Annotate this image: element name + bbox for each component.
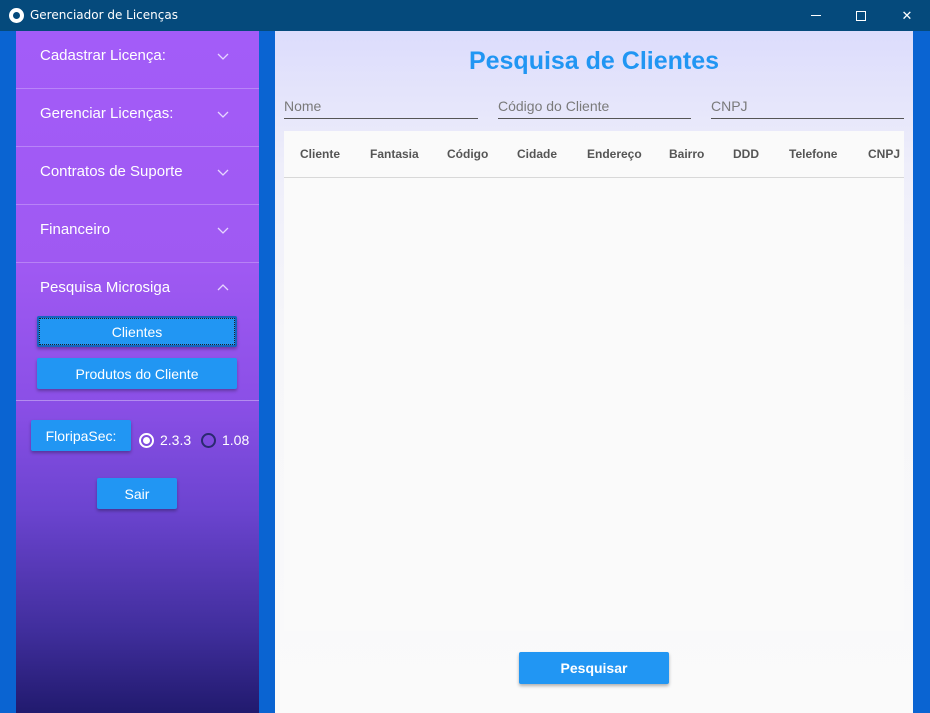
sidebar-item-label: Cadastrar Licença: xyxy=(40,47,166,64)
nome-field[interactable] xyxy=(284,93,478,119)
version-radio-2-3-3[interactable]: 2.3.3 xyxy=(139,432,191,448)
sidebar-item-label: Pesquisa Microsiga xyxy=(40,279,171,296)
chevron-up-icon xyxy=(217,282,229,294)
sidebar-divider xyxy=(16,400,259,401)
chevron-down-icon xyxy=(217,108,229,120)
search-button[interactable]: Pesquisar xyxy=(519,652,669,684)
clientes-button[interactable]: Clientes xyxy=(37,316,237,347)
produtos-cliente-button[interactable]: Produtos do Cliente xyxy=(37,358,237,389)
sidebar-item-label: Gerenciar Licenças: xyxy=(40,105,174,122)
radio-label: 2.3.3 xyxy=(160,432,192,448)
codigo-cliente-field[interactable] xyxy=(498,93,691,119)
window-title: Gerenciador de Licenças xyxy=(30,8,178,22)
cnpj-input[interactable] xyxy=(711,93,904,118)
column-header-fantasia[interactable]: Fantasia xyxy=(370,147,419,161)
sidebar-item-label: Financeiro xyxy=(40,221,111,238)
column-header-bairro[interactable]: Bairro xyxy=(669,147,704,161)
chevron-down-icon xyxy=(217,166,229,178)
sidebar-item-contratos-suporte[interactable]: Contratos de Suporte xyxy=(16,147,259,205)
radio-checked-icon xyxy=(139,432,154,448)
column-header-codigo[interactable]: Código xyxy=(447,147,488,161)
column-header-endereco[interactable]: Endereço xyxy=(587,147,642,161)
minimize-button[interactable] xyxy=(793,0,839,31)
main-panel: Pesquisa de Clientes Cliente Fantasia Có… xyxy=(275,31,913,713)
clients-table: Cliente Fantasia Código Cidade Endereço … xyxy=(284,131,904,631)
table-header: Cliente Fantasia Código Cidade Endereço … xyxy=(284,131,904,178)
minimize-icon xyxy=(811,15,821,16)
page-title: Pesquisa de Clientes xyxy=(468,47,720,75)
codigo-cliente-input[interactable] xyxy=(498,93,691,118)
sidebar-item-cadastrar-licenca[interactable]: Cadastrar Licença: xyxy=(16,31,259,89)
app-icon xyxy=(9,8,24,23)
chevron-down-icon xyxy=(217,50,229,62)
column-header-cnpj[interactable]: CNPJ xyxy=(868,147,900,161)
radio-label: 1.08 xyxy=(222,432,250,448)
floripasec-button[interactable]: FloripaSec: xyxy=(31,420,131,451)
chevron-down-icon xyxy=(217,224,229,236)
sidebar-item-label: Contratos de Suporte xyxy=(40,163,183,180)
sidebar-item-financeiro[interactable]: Financeiro xyxy=(16,205,259,263)
maximize-icon xyxy=(856,10,866,21)
sidebar-item-gerenciar-licencas[interactable]: Gerenciar Licenças: xyxy=(16,89,259,147)
version-radio-1-08[interactable]: 1.08 xyxy=(201,432,249,448)
maximize-button[interactable] xyxy=(838,0,884,31)
column-header-ddd[interactable]: DDD xyxy=(733,147,759,161)
sidebar: Cadastrar Licença: Gerenciar Licenças: C… xyxy=(16,31,259,713)
exit-button[interactable]: Sair xyxy=(97,478,177,509)
title-bar: Gerenciador de Licenças ✕ xyxy=(0,0,930,31)
column-header-cliente[interactable]: Cliente xyxy=(300,147,340,161)
radio-unchecked-icon xyxy=(201,432,216,448)
cnpj-field[interactable] xyxy=(711,93,904,119)
sidebar-item-pesquisa-microsiga[interactable]: Pesquisa Microsiga xyxy=(16,263,259,321)
column-header-telefone[interactable]: Telefone xyxy=(789,147,837,161)
close-icon: ✕ xyxy=(901,7,913,23)
close-button[interactable]: ✕ xyxy=(884,0,930,31)
column-header-cidade[interactable]: Cidade xyxy=(517,147,557,161)
nome-input[interactable] xyxy=(284,93,478,118)
